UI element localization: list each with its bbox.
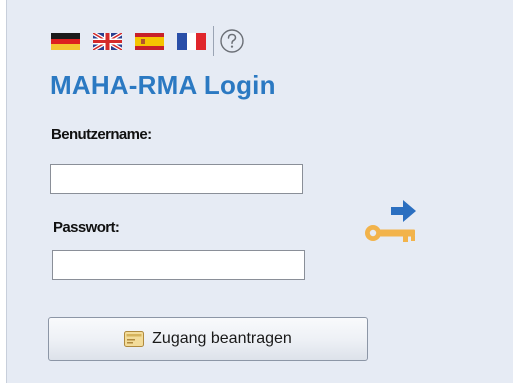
german-flag-icon[interactable] [51, 32, 80, 50]
login-title: MAHA-RMA Login [50, 70, 276, 100]
card-icon [124, 331, 145, 347]
username-label: Benutzername: [51, 126, 152, 143]
language-bar [51, 26, 245, 56]
french-flag-icon[interactable] [177, 32, 206, 50]
username-input[interactable] [50, 164, 303, 194]
request-access-label: Zugang beantragen [152, 330, 292, 347]
password-input[interactable] [52, 250, 305, 280]
uk-flag-icon[interactable] [93, 32, 122, 50]
spanish-flag-icon[interactable] [135, 32, 164, 50]
key-arrow-icon [365, 200, 416, 242]
login-panel: MAHA-RMA Login Benutzername: Passwort: Z… [6, 0, 513, 383]
password-label: Passwort: [53, 219, 120, 236]
toolbar-separator [213, 26, 214, 56]
request-access-button[interactable]: Zugang beantragen [48, 317, 368, 361]
help-icon[interactable] [219, 28, 245, 54]
login-submit-button[interactable] [363, 193, 425, 245]
